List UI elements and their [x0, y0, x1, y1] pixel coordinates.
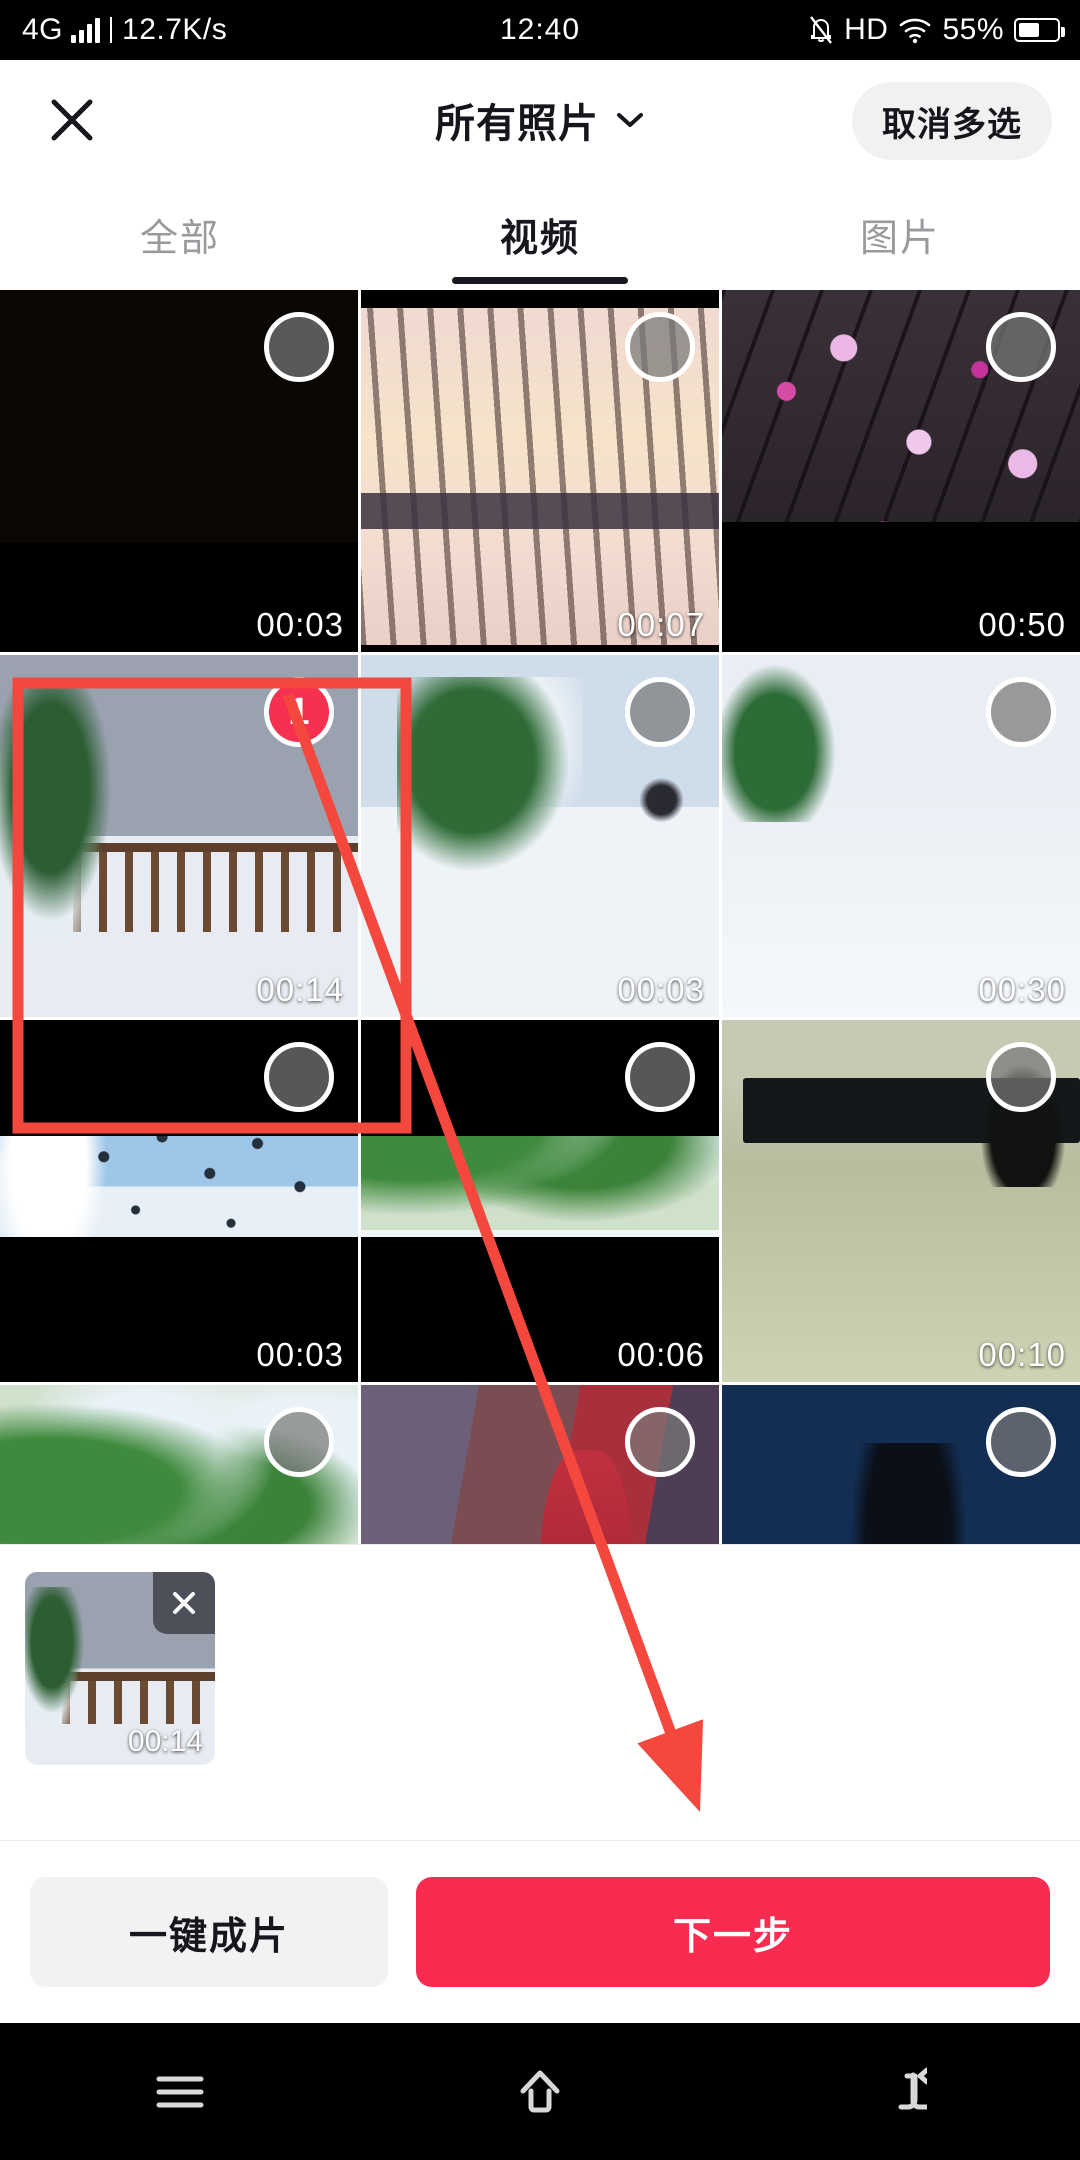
media-checkbox[interactable]	[986, 312, 1056, 382]
media-checkbox[interactable]	[264, 1042, 334, 1112]
auto-film-label: 一键成片	[128, 1915, 289, 1958]
letterbox-bottom	[361, 644, 719, 652]
menu-icon	[156, 2076, 204, 2107]
media-cell[interactable]: 1 00:14	[0, 655, 358, 1017]
battery-percent-label: 55%	[942, 13, 1004, 46]
media-cell[interactable]: 00:03	[0, 1020, 358, 1382]
tab-video[interactable]: 视频	[360, 178, 720, 290]
media-duration-label: 00:50	[978, 606, 1066, 643]
auto-film-button[interactable]: 一键成片	[30, 1877, 388, 1987]
media-checkbox[interactable]	[625, 677, 695, 747]
media-cell[interactable]: 00:10	[722, 1020, 1080, 1382]
media-checkbox[interactable]	[625, 1407, 695, 1477]
remove-selected-button[interactable]	[153, 1572, 215, 1634]
tab-active-indicator	[452, 277, 628, 284]
tab-all[interactable]: 全部	[0, 178, 360, 290]
media-checkbox[interactable]	[986, 1407, 1056, 1477]
picker-header: 所有照片 取消多选	[0, 60, 1080, 178]
battery-icon	[1014, 18, 1065, 42]
letterbox-top	[361, 290, 719, 309]
tab-image[interactable]: 图片	[720, 178, 1080, 290]
media-cell[interactable]: 00:03	[361, 655, 719, 1017]
media-checkbox[interactable]	[625, 312, 695, 382]
cancel-multiselect-button[interactable]: 取消多选	[852, 82, 1052, 160]
media-duration-label: 00:14	[256, 971, 344, 1008]
wifi-icon	[900, 18, 931, 44]
next-step-button[interactable]: 下一步	[416, 1877, 1050, 1987]
media-checkbox[interactable]	[625, 1042, 695, 1112]
tab-image-label: 图片	[859, 217, 940, 260]
android-nav-bar	[0, 2023, 1080, 2160]
status-bar: 4G 12.7K/s 12:40 HD 55%	[0, 0, 1080, 60]
media-duration-label: 00:03	[256, 1336, 344, 1373]
media-checkbox-selected[interactable]: 1	[264, 677, 334, 747]
selected-tray-item[interactable]: 00:14	[25, 1572, 215, 1765]
media-checkbox[interactable]	[264, 1407, 334, 1477]
album-title-label: 所有照片	[435, 102, 599, 146]
mute-bell-icon	[810, 16, 833, 44]
media-cell[interactable]: 00:50	[722, 290, 1080, 652]
selection-order-badge: 1	[288, 691, 310, 733]
clock-label: 12:40	[499, 13, 581, 46]
media-grid: 00:03 00:07 00:50 1 00:14 00:03 00:30 00:03 00:0…	[0, 290, 1080, 1544]
selected-media-tray: 00:14	[0, 1544, 1080, 1804]
status-bar-right: HD 55%	[808, 13, 1065, 46]
media-checkbox[interactable]	[264, 312, 334, 382]
media-cell[interactable]	[722, 1385, 1080, 1544]
back-arrow-icon	[898, 2067, 927, 2109]
media-duration-label: 00:30	[978, 971, 1066, 1008]
home-icon	[520, 2070, 560, 2112]
media-duration-label: 00:03	[256, 606, 344, 643]
media-duration-label: 00:07	[617, 606, 705, 643]
bottom-action-bar: 一键成片 下一步	[0, 1840, 1080, 2023]
media-duration-label: 00:06	[617, 1336, 705, 1373]
close-icon	[173, 1592, 195, 1614]
cancel-multiselect-label: 取消多选	[882, 105, 1022, 144]
photo-picker-sheet: 所有照片 取消多选 全部 视频 图片 00:03 00:07 00:50 1 00:14…	[0, 60, 1080, 2023]
media-checkbox[interactable]	[986, 677, 1056, 747]
media-cell[interactable]: 00:06	[361, 1020, 719, 1382]
chevron-down-icon	[617, 113, 643, 127]
selected-tray-duration: 00:14	[127, 1725, 203, 1758]
tab-video-label: 视频	[499, 217, 580, 260]
media-duration-label: 00:03	[617, 971, 705, 1008]
media-cell[interactable]	[361, 1385, 719, 1544]
next-step-label: 下一步	[672, 1915, 793, 1958]
media-cell[interactable]: 00:07	[361, 290, 719, 652]
hd-icon: HD	[844, 13, 889, 46]
home-button[interactable]	[465, 2042, 615, 2142]
back-button[interactable]	[825, 2042, 975, 2142]
media-cell[interactable]: 00:30	[722, 655, 1080, 1017]
tab-all-label: 全部	[139, 217, 220, 260]
recents-button[interactable]	[105, 2042, 255, 2142]
media-checkbox[interactable]	[986, 1042, 1056, 1112]
media-duration-label: 00:10	[978, 1336, 1066, 1373]
media-type-tabs: 全部 视频 图片	[0, 178, 1080, 290]
media-cell[interactable]	[0, 1385, 358, 1544]
media-cell[interactable]: 00:03	[0, 290, 358, 652]
